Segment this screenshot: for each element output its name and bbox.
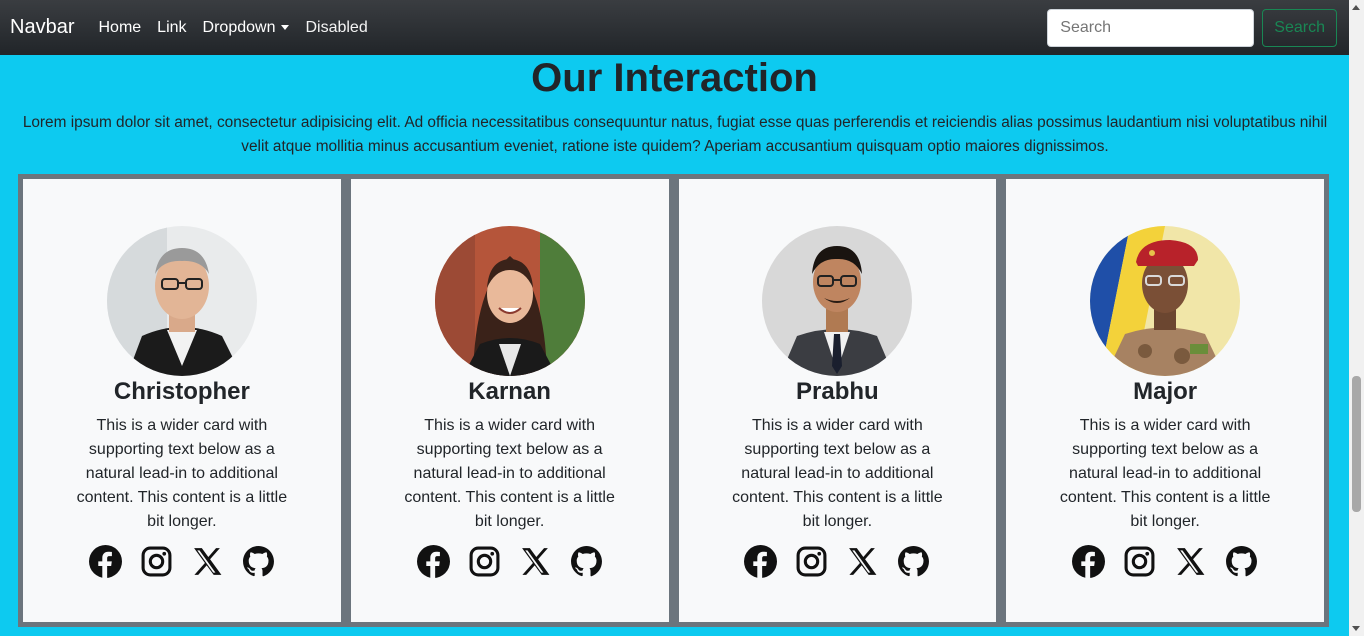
team-card: Prabhu This is a wider card with support… [673,174,1002,627]
team-card: Christopher This is a wider card with su… [18,174,346,627]
facebook-icon[interactable] [1072,545,1106,578]
facebook-icon[interactable] [744,545,778,578]
search-form: Search [1047,8,1337,47]
team-card: Major This is a wider card with supporti… [1001,174,1329,627]
instagram-icon[interactable] [795,545,828,578]
team-cards: Christopher This is a wider card with su… [18,174,1329,627]
facebook-icon[interactable] [416,545,450,578]
scroll-up-arrow-icon[interactable] [1352,5,1360,10]
social-links [1072,545,1258,578]
github-icon[interactable] [1225,545,1258,578]
social-links [88,545,275,578]
card-name: Karnan [468,378,551,405]
dropdown-label: Dropdown [202,18,276,36]
x-icon[interactable] [191,545,224,578]
avatar-karnan [434,226,585,376]
instagram-icon[interactable] [1123,545,1156,578]
search-button[interactable]: Search [1262,8,1337,47]
card-text: This is a wider card with supporting tex… [404,417,615,530]
nav-link-dropdown[interactable]: Dropdown [195,19,298,37]
instagram-icon[interactable] [140,545,173,578]
avatar-prabhu [762,226,913,376]
section-intro: Lorem ipsum dolor sit amet, consectetur … [22,114,1328,155]
scroll-thumb[interactable] [1352,376,1361,512]
x-icon[interactable] [1174,545,1207,578]
github-icon[interactable] [570,545,603,578]
social-links [744,545,930,578]
scroll-down-arrow-icon[interactable] [1352,626,1360,631]
card-text: This is a wider card with supporting tex… [76,417,288,530]
nav-link-disabled: Disabled [305,18,368,36]
nav-links: Home Link Dropdown Disabled [90,19,375,37]
card-name: Prabhu [796,378,879,405]
card-name: Christopher [113,378,250,405]
github-icon[interactable] [897,545,930,578]
team-card: Karnan This is a wider card with support… [345,174,674,627]
card-text: This is a wider card with supporting tex… [1059,417,1271,530]
x-icon[interactable] [519,545,552,578]
x-icon[interactable] [846,545,879,578]
card-name: Major [1133,378,1198,405]
section-title: Our Interaction [531,56,818,100]
avatar-major [1090,226,1241,376]
facebook-icon[interactable] [88,545,122,578]
nav-link-home[interactable]: Home [90,19,149,37]
instagram-icon[interactable] [468,545,501,578]
caret-down-icon [281,24,290,30]
card-text: This is a wider card with supporting tex… [732,417,943,530]
github-icon[interactable] [242,545,275,578]
navbar: Navbar Home Link Dropdown Disabled Searc… [0,0,1349,55]
page-scrollbar[interactable] [1349,0,1364,636]
search-input[interactable] [1047,8,1255,47]
avatar-christopher [106,226,257,376]
navbar-brand[interactable]: Navbar [10,16,74,39]
social-links [416,545,603,578]
nav-link-link[interactable]: Link [149,19,194,37]
